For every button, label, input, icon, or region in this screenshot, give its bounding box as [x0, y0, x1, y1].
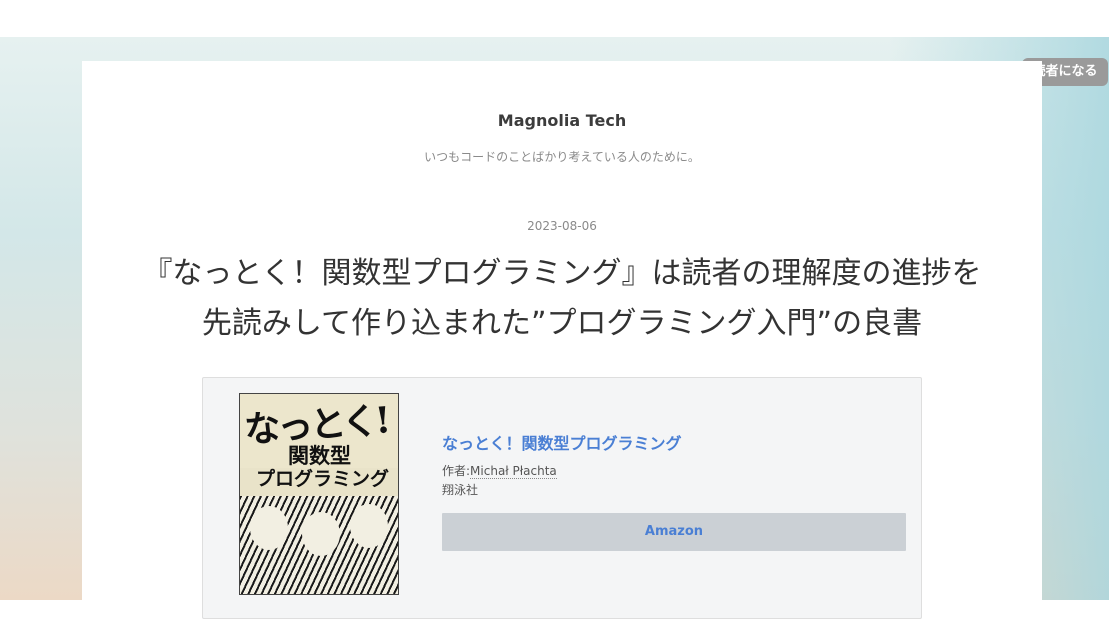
top-bar	[0, 0, 1109, 37]
book-card: なっとく! 関数型 プログラミング なっとく！関数型プログラミング 作者:Mic…	[202, 377, 922, 619]
main-content: Magnolia Tech いつもコードのことばかり考えている人のために。 20…	[82, 61, 1042, 619]
cover-illustration	[240, 496, 398, 594]
book-title-link[interactable]: なっとく！関数型プログラミング	[442, 430, 906, 454]
author-name[interactable]: Michał Płachta	[470, 464, 557, 479]
entry-title-line-1[interactable]: 『なっとく！関数型プログラミング』は読者の理解度の進捗を	[142, 256, 981, 291]
entry-title-line-2[interactable]: 先読みして作り込まれた”プログラミング入門”の良書	[202, 306, 922, 341]
entry-title[interactable]: 『なっとく！関数型プログラミング』は読者の理解度の進捗を 先読みして作り込まれた…	[102, 249, 1022, 349]
author-prefix: 作者:	[442, 464, 471, 478]
cover-title-sub2: プログラミング	[256, 468, 390, 490]
book-author: 作者:Michał Płachta	[442, 462, 906, 479]
blog-description: いつもコードのことばかり考えている人のために。	[424, 150, 700, 164]
amazon-button[interactable]: Amazon	[442, 513, 906, 551]
blog-title[interactable]: Magnolia Tech	[82, 111, 1042, 130]
book-publisher: 翔泳社	[442, 483, 479, 497]
entry-date[interactable]: 2023-08-06	[82, 219, 1042, 233]
book-cover-image[interactable]: なっとく! 関数型 プログラミング	[239, 393, 399, 595]
book-info: なっとく！関数型プログラミング 作者:Michał Płachta 翔泳社	[442, 430, 906, 498]
